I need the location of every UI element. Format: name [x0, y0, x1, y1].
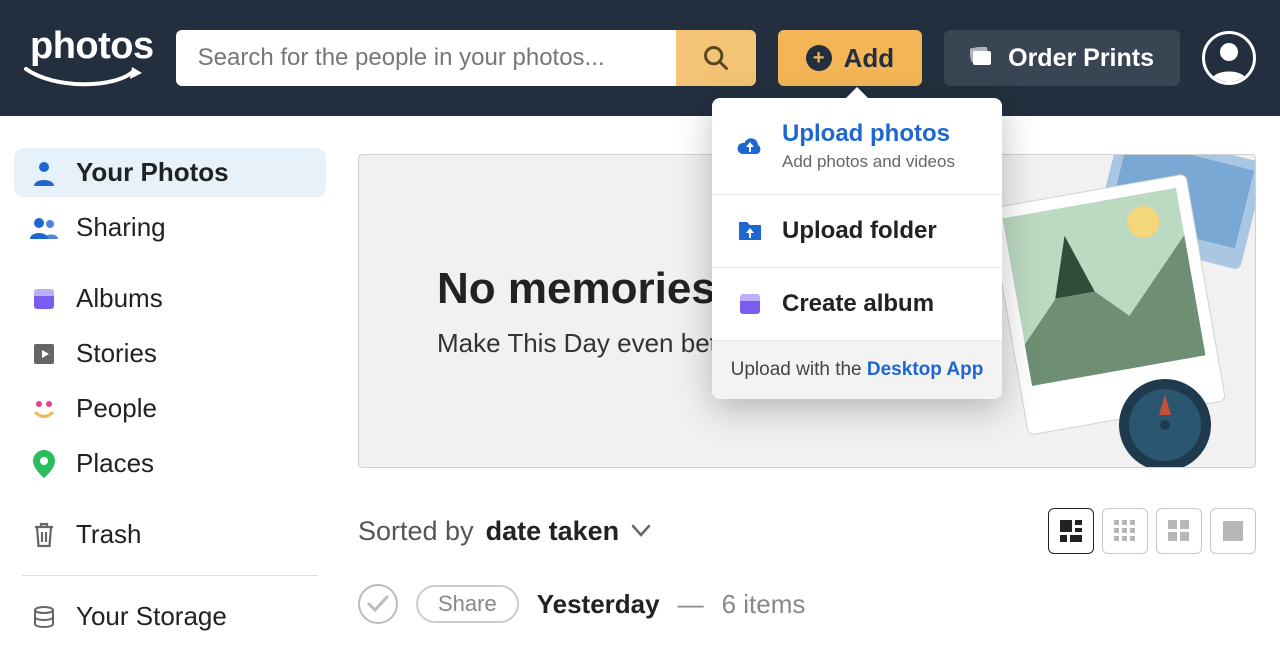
- sidebar-item-label: Sharing: [76, 212, 166, 243]
- storage-icon: [30, 605, 58, 629]
- person-icon: [30, 160, 58, 186]
- avatar[interactable]: [1202, 31, 1256, 85]
- sidebar-item-people[interactable]: People: [14, 384, 326, 433]
- sidebar-item-sharing[interactable]: Sharing: [14, 203, 326, 252]
- sort-value: date taken: [486, 516, 620, 547]
- group-icon: [30, 217, 58, 239]
- order-prints-label: Order Prints: [1008, 44, 1154, 73]
- sidebar-item-label: Albums: [76, 283, 163, 314]
- plus-circle-icon: +: [806, 45, 832, 71]
- trash-icon: [30, 522, 58, 548]
- dropdown-item-subtitle: Add photos and videos: [782, 152, 955, 172]
- grid-size-toggles: [1048, 508, 1256, 554]
- avatar-icon: [1209, 38, 1249, 82]
- select-group-checkbox[interactable]: [358, 584, 398, 624]
- sidebar-item-your-photos[interactable]: Your Photos: [14, 148, 326, 197]
- search-bar: [176, 30, 756, 86]
- search-icon: [702, 44, 730, 72]
- sidebar-item-albums[interactable]: Albums: [14, 274, 326, 323]
- group-count: 6 items: [722, 589, 806, 620]
- share-button[interactable]: Share: [416, 585, 519, 623]
- app-header: photos + Add Order Prints: [0, 0, 1280, 116]
- sidebar-item-places[interactable]: Places: [14, 439, 326, 488]
- grid-size-medium[interactable]: [1156, 508, 1202, 554]
- sidebar: Your Photos Sharing Albums Stories: [0, 116, 340, 647]
- dropdown-item-title: Create album: [782, 290, 934, 318]
- grid-size-small[interactable]: [1102, 508, 1148, 554]
- order-prints-button[interactable]: Order Prints: [944, 30, 1180, 86]
- photo-group-header: Share Yesterday — 6 items: [358, 584, 1256, 624]
- logo-text: photos: [30, 27, 154, 65]
- logo[interactable]: photos: [24, 27, 154, 89]
- album-icon: [30, 287, 58, 311]
- dropdown-create-album[interactable]: Create album: [712, 268, 1002, 341]
- add-button-label: Add: [844, 43, 895, 74]
- sidebar-item-storage[interactable]: Your Storage: [14, 592, 326, 641]
- dropdown-upload-folder[interactable]: Upload folder: [712, 195, 1002, 268]
- sidebar-item-label: Stories: [76, 338, 157, 369]
- group-title: Yesterday: [537, 589, 660, 620]
- dropdown-footer-prefix: Upload with the: [731, 359, 867, 380]
- dropdown-item-title: Upload folder: [782, 217, 937, 245]
- group-separator: —: [678, 589, 704, 620]
- cloud-upload-icon: [736, 135, 764, 157]
- grid-size-mixed[interactable]: [1048, 508, 1094, 554]
- create-album-icon: [736, 292, 764, 316]
- search-button[interactable]: [676, 30, 756, 86]
- dropdown-footer: Upload with the Desktop App: [712, 341, 1002, 399]
- folder-upload-icon: [736, 220, 764, 242]
- share-button-label: Share: [438, 591, 497, 616]
- face-icon: [30, 396, 58, 422]
- play-icon: [30, 342, 58, 366]
- sort-prefix: Sorted by: [358, 516, 474, 547]
- dropdown-item-title: Upload photos: [782, 120, 955, 148]
- add-button[interactable]: + Add: [778, 30, 923, 86]
- add-dropdown: Upload photos Add photos and videos Uplo…: [712, 98, 1002, 399]
- sidebar-item-label: Places: [76, 448, 154, 479]
- chevron-down-icon: [631, 524, 651, 538]
- prints-icon: [970, 47, 994, 69]
- sidebar-item-label: Your Photos: [76, 157, 229, 188]
- sidebar-item-stories[interactable]: Stories: [14, 329, 326, 378]
- grid-size-large[interactable]: [1210, 508, 1256, 554]
- dropdown-upload-photos[interactable]: Upload photos Add photos and videos: [712, 98, 1002, 195]
- sidebar-divider: [22, 575, 318, 576]
- search-input[interactable]: [176, 30, 676, 86]
- pin-icon: [30, 450, 58, 478]
- sorting-row: Sorted by date taken: [358, 508, 1256, 554]
- sidebar-item-label: Trash: [76, 519, 142, 550]
- sidebar-item-label: Your Storage: [76, 601, 227, 632]
- logo-swoosh-icon: [24, 67, 144, 89]
- desktop-app-link[interactable]: Desktop App: [867, 359, 983, 380]
- sidebar-item-label: People: [76, 393, 157, 424]
- sidebar-item-trash[interactable]: Trash: [14, 510, 326, 559]
- sort-control[interactable]: Sorted by date taken: [358, 516, 651, 547]
